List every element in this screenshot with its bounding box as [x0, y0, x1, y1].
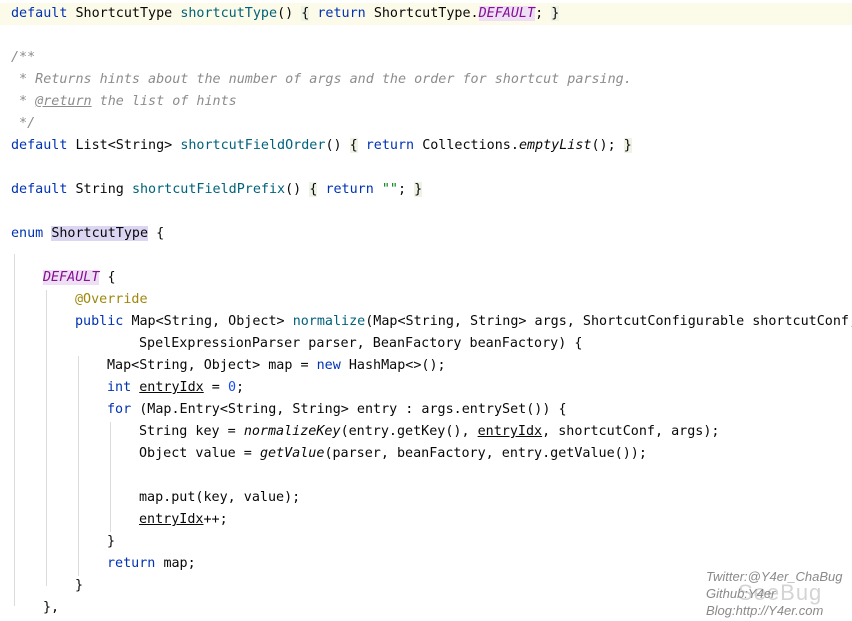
doc-comment-line: * @return the list of hints [11, 91, 237, 113]
parens: () [277, 6, 294, 21]
type-name: List<String> [75, 138, 173, 153]
parens: () [285, 182, 302, 197]
indent-guide [110, 422, 111, 532]
assign: = [203, 380, 228, 395]
annotation: @Override [75, 292, 148, 307]
arguments: , shortcutConf, args); [542, 424, 720, 439]
keyword: return [365, 138, 415, 153]
enum-constant: DEFAULT [43, 270, 100, 285]
code-line[interactable]: for (Map.Entry<String, String> entry : a… [107, 399, 567, 421]
variable: entryIdx [139, 512, 204, 527]
keyword: default [11, 138, 68, 153]
call-tail: (); [591, 138, 616, 153]
method-call: normalizeKey [243, 424, 341, 439]
code-line[interactable]: map.put(key, value); [139, 487, 300, 509]
code-line[interactable]: public Map<String, Object> normalize(Map… [75, 311, 852, 333]
brace: } [551, 6, 560, 21]
parameters: (Map<String, String> args, ShortcutConfi… [365, 314, 852, 329]
class-ref: Collections. [422, 138, 519, 153]
semicolon: ; [236, 380, 245, 395]
keyword: int [107, 380, 132, 395]
code-line[interactable]: int entryIdx = 0; [107, 377, 244, 399]
for-header: (Map.Entry<String, String> entry : args.… [139, 402, 567, 417]
doc-comment-open: /** [11, 50, 36, 65]
method-name: normalize [292, 314, 366, 329]
variable: entryIdx [139, 380, 204, 395]
brace: { [309, 182, 318, 197]
semicolon: ; [535, 6, 544, 21]
enum-name: ShortcutType [51, 226, 149, 241]
code-editor[interactable]: default ShortcutType shortcutType() { re… [0, 0, 852, 621]
method-name: shortcutFieldOrder [180, 138, 326, 153]
return-value: map; [163, 556, 196, 571]
brace: { [107, 270, 116, 285]
method-call: getValue [259, 446, 325, 461]
brace: } [414, 182, 423, 197]
code-line[interactable]: default String shortcutFieldPrefix() { r… [11, 179, 423, 201]
keyword: default [11, 6, 68, 21]
watermark-github: Github:Y4er [706, 586, 776, 601]
indent-guide [78, 356, 79, 576]
number-literal: 0 [227, 380, 236, 395]
return-type: Map<String, Object> [131, 314, 285, 329]
keyword: return [107, 556, 156, 571]
constructor-call: HashMap<>(); [348, 358, 446, 373]
keyword: for [107, 402, 132, 417]
code-line[interactable]: return map; [107, 553, 196, 575]
keyword: enum [11, 226, 44, 241]
doc-comment-line: * Returns hints about the number of args… [11, 72, 632, 87]
static-method: emptyList [518, 138, 592, 153]
keyword: return [325, 182, 374, 197]
brace: { [156, 226, 165, 241]
doc-comment-close: */ [11, 116, 36, 131]
code-line[interactable]: } [75, 575, 83, 597]
semicolon: ; [398, 182, 407, 197]
code-line[interactable]: SpelExpressionParser parser, BeanFactory… [139, 333, 582, 355]
increment: ++; [203, 512, 228, 527]
doc-tag-text: the list of hints [91, 94, 237, 109]
class-ref: ShortcutType. [373, 6, 479, 21]
watermark-twitter: Twitter:@Y4er_ChaBug [706, 569, 843, 584]
brace: } [623, 138, 632, 153]
keyword: public [75, 314, 124, 329]
keyword: return [317, 6, 366, 21]
keyword: new [316, 358, 341, 373]
code-line[interactable]: }, [43, 597, 59, 619]
constant: DEFAULT [478, 6, 536, 21]
code-line[interactable]: DEFAULT { [43, 267, 116, 289]
arguments: (entry.getKey(), [340, 424, 478, 439]
code-line[interactable]: enum ShortcutType { [11, 223, 164, 245]
code-line[interactable]: } [107, 531, 115, 553]
arguments: (parser, beanFactory, entry.getValue()); [324, 446, 647, 461]
method-name: shortcutFieldPrefix [131, 182, 286, 197]
code-line[interactable]: Object value = getValue(parser, beanFact… [139, 443, 647, 465]
watermark-blog: Blog:http://Y4er.com [706, 603, 824, 618]
keyword: default [11, 182, 68, 197]
type-name: String [75, 182, 124, 197]
brace: { [301, 6, 310, 21]
code-line[interactable]: default List<String> shortcutFieldOrder(… [11, 135, 632, 157]
variable: entryIdx [477, 424, 543, 439]
declaration: Object value = [139, 446, 260, 461]
method-name: shortcutType [180, 6, 278, 21]
code-line[interactable]: entryIdx++; [139, 509, 228, 531]
string-literal: "" [381, 182, 398, 197]
doc-star: * [11, 94, 36, 109]
code-line[interactable]: String key = normalizeKey(entry.getKey()… [139, 421, 720, 443]
parens: () [325, 138, 342, 153]
code-line[interactable]: default ShortcutType shortcutType() { re… [0, 3, 852, 25]
declaration: Map<String, Object> map = [107, 358, 317, 373]
type-name: ShortcutType [75, 6, 173, 21]
indent-guide [46, 290, 47, 586]
doc-tag: @return [35, 94, 92, 109]
code-line[interactable]: Map<String, Object> map = new HashMap<>(… [107, 355, 446, 377]
brace: { [349, 138, 358, 153]
indent-guide [14, 254, 15, 606]
declaration: String key = [139, 424, 244, 439]
